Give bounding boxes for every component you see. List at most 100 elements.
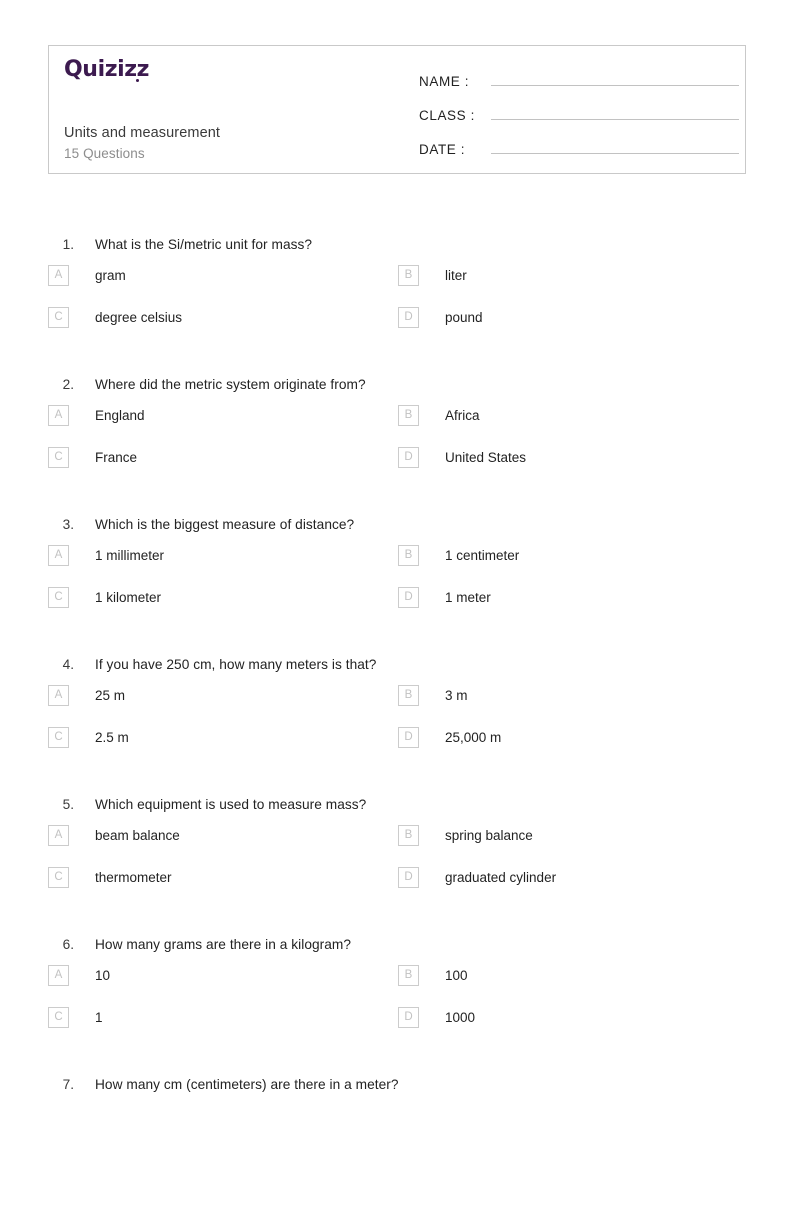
answer-option[interactable]: C1 bbox=[48, 1007, 103, 1028]
answer-option[interactable]: B 3 m bbox=[398, 685, 468, 706]
option-letter-box[interactable]: A bbox=[48, 685, 69, 706]
option-text: 1000 bbox=[445, 1010, 476, 1025]
answer-option[interactable]: D 1000 bbox=[398, 1007, 475, 1028]
answer-option[interactable]: C 2.5 m bbox=[48, 727, 129, 748]
option-row: A England B Africa bbox=[0, 405, 794, 447]
question-text: If you have 250 cm, how many meters is t… bbox=[95, 657, 377, 672]
answer-option[interactable]: A 1 millimeter bbox=[48, 545, 164, 566]
option-letter-box[interactable]: C bbox=[48, 1007, 69, 1028]
question-number: 4. bbox=[62, 657, 74, 672]
option-text: France bbox=[95, 450, 138, 465]
option-letter-box[interactable]: D bbox=[398, 727, 419, 748]
class-field-input[interactable] bbox=[491, 100, 739, 120]
option-row: A 25 m B 3 m bbox=[0, 685, 794, 727]
answer-option[interactable]: Agram bbox=[48, 265, 126, 286]
question-header: 4. If you have 250 cm, how many meters is… bbox=[0, 648, 794, 685]
question-text: Which is the biggest measure of distance… bbox=[95, 517, 355, 532]
option-letter-box[interactable]: B bbox=[398, 545, 419, 566]
option-text: Africa bbox=[445, 408, 480, 423]
option-letter-box[interactable]: A bbox=[48, 265, 69, 286]
answer-option[interactable]: A 25 m bbox=[48, 685, 125, 706]
field-row-class: CLASS : bbox=[419, 100, 739, 134]
worksheet-header-card: Quizizz Units and measurement 15 Questio… bbox=[48, 45, 746, 174]
option-text: liter bbox=[445, 268, 467, 283]
option-letter-box[interactable]: D bbox=[398, 867, 419, 888]
option-letter-box[interactable]: C bbox=[48, 307, 69, 328]
option-letter-box[interactable]: D bbox=[398, 447, 419, 468]
option-letter-box[interactable]: A bbox=[48, 405, 69, 426]
option-text: 1 bbox=[95, 1010, 103, 1025]
option-letter-box[interactable]: B bbox=[398, 825, 419, 846]
option-row: A 10 B 100 bbox=[0, 965, 794, 1007]
class-field-label: CLASS : bbox=[419, 108, 475, 123]
option-text: degree celsius bbox=[95, 310, 183, 325]
option-text: thermometer bbox=[95, 870, 172, 885]
option-row: Agram Bliter bbox=[0, 265, 794, 307]
brand-block: Quizizz bbox=[64, 57, 404, 82]
answer-option[interactable]: D United States bbox=[398, 447, 526, 468]
question-text: How many grams are there in a kilogram? bbox=[95, 937, 352, 952]
question-block: 3. Which is the biggest measure of distan… bbox=[0, 508, 794, 648]
student-info-fields: NAME : CLASS : DATE : bbox=[419, 66, 739, 168]
field-row-date: DATE : bbox=[419, 134, 739, 168]
option-letter-box[interactable]: D bbox=[398, 587, 419, 608]
question-text: What is the Si/metric unit for mass? bbox=[95, 237, 313, 252]
name-field-input[interactable] bbox=[491, 66, 739, 86]
question-block: 2. Where did the metric system originate … bbox=[0, 368, 794, 508]
option-letter-box[interactable]: A bbox=[48, 545, 69, 566]
question-header: 2. Where did the metric system originate … bbox=[0, 368, 794, 405]
answer-option[interactable]: C 1 kilometer bbox=[48, 587, 161, 608]
question-count-label: 15 Questions bbox=[64, 146, 145, 161]
answer-option[interactable]: Cthermometer bbox=[48, 867, 172, 888]
option-letter-box[interactable]: A bbox=[48, 965, 69, 986]
answer-option[interactable]: C France bbox=[48, 447, 137, 468]
option-letter-box[interactable]: A bbox=[48, 825, 69, 846]
answer-option[interactable]: B 100 bbox=[398, 965, 468, 986]
question-block: 6. How many grams are there in a kilogram… bbox=[0, 928, 794, 1068]
option-letter-box[interactable]: C bbox=[48, 447, 69, 468]
option-row: C France D United States bbox=[0, 447, 794, 489]
question-text: How many cm (centimeters) are there in a… bbox=[95, 1077, 399, 1092]
option-text: 1 kilometer bbox=[95, 590, 162, 605]
option-text: beam balance bbox=[95, 828, 180, 843]
option-text: 1 meter bbox=[445, 590, 491, 605]
answer-option[interactable]: B Africa bbox=[398, 405, 480, 426]
option-text: 25 m bbox=[95, 688, 126, 703]
option-text: 25,000 m bbox=[445, 730, 502, 745]
option-letter-box[interactable]: B bbox=[398, 405, 419, 426]
date-field-input[interactable] bbox=[491, 134, 739, 154]
option-letter-box[interactable]: B bbox=[398, 265, 419, 286]
option-row: Cdegree celsius Dpound bbox=[0, 307, 794, 349]
option-letter-box[interactable]: D bbox=[398, 1007, 419, 1028]
answer-option[interactable]: D 25,000 m bbox=[398, 727, 501, 748]
question-list: 1. What is the Si/metric unit for mass? Ag… bbox=[0, 228, 794, 1208]
option-text: spring balance bbox=[445, 828, 533, 843]
option-letter-box[interactable]: C bbox=[48, 727, 69, 748]
answer-option[interactable]: Bliter bbox=[398, 265, 467, 286]
answer-option[interactable]: D 1 meter bbox=[398, 587, 491, 608]
answer-option[interactable]: A 10 bbox=[48, 965, 110, 986]
option-letter-box[interactable]: D bbox=[398, 307, 419, 328]
question-number: 5. bbox=[62, 797, 74, 812]
answer-option[interactable]: Abeam balance bbox=[48, 825, 180, 846]
option-letter-box[interactable]: C bbox=[48, 587, 69, 608]
answer-option[interactable]: Cdegree celsius bbox=[48, 307, 182, 328]
answer-option[interactable]: Dpound bbox=[398, 307, 483, 328]
name-field-label: NAME : bbox=[419, 74, 470, 89]
option-text: graduated cylinder bbox=[445, 870, 557, 885]
option-letter-box[interactable]: C bbox=[48, 867, 69, 888]
question-number: 7. bbox=[62, 1077, 74, 1092]
question-header: 3. Which is the biggest measure of distan… bbox=[0, 508, 794, 545]
option-row: C 1 kilometer D 1 meter bbox=[0, 587, 794, 629]
answer-option[interactable]: B 1 centimeter bbox=[398, 545, 519, 566]
answer-option[interactable]: A England bbox=[48, 405, 145, 426]
option-letter-box[interactable]: B bbox=[398, 685, 419, 706]
quizizz-logo: Quizizz bbox=[64, 57, 404, 82]
option-letter-box[interactable]: B bbox=[398, 965, 419, 986]
answer-option[interactable]: Bspring balance bbox=[398, 825, 533, 846]
option-text: pound bbox=[445, 310, 483, 325]
option-text: 10 bbox=[95, 968, 111, 983]
question-header: 6. How many grams are there in a kilogram… bbox=[0, 928, 794, 965]
answer-option[interactable]: Dgraduated cylinder bbox=[398, 867, 556, 888]
option-text: 1 centimeter bbox=[445, 548, 520, 563]
